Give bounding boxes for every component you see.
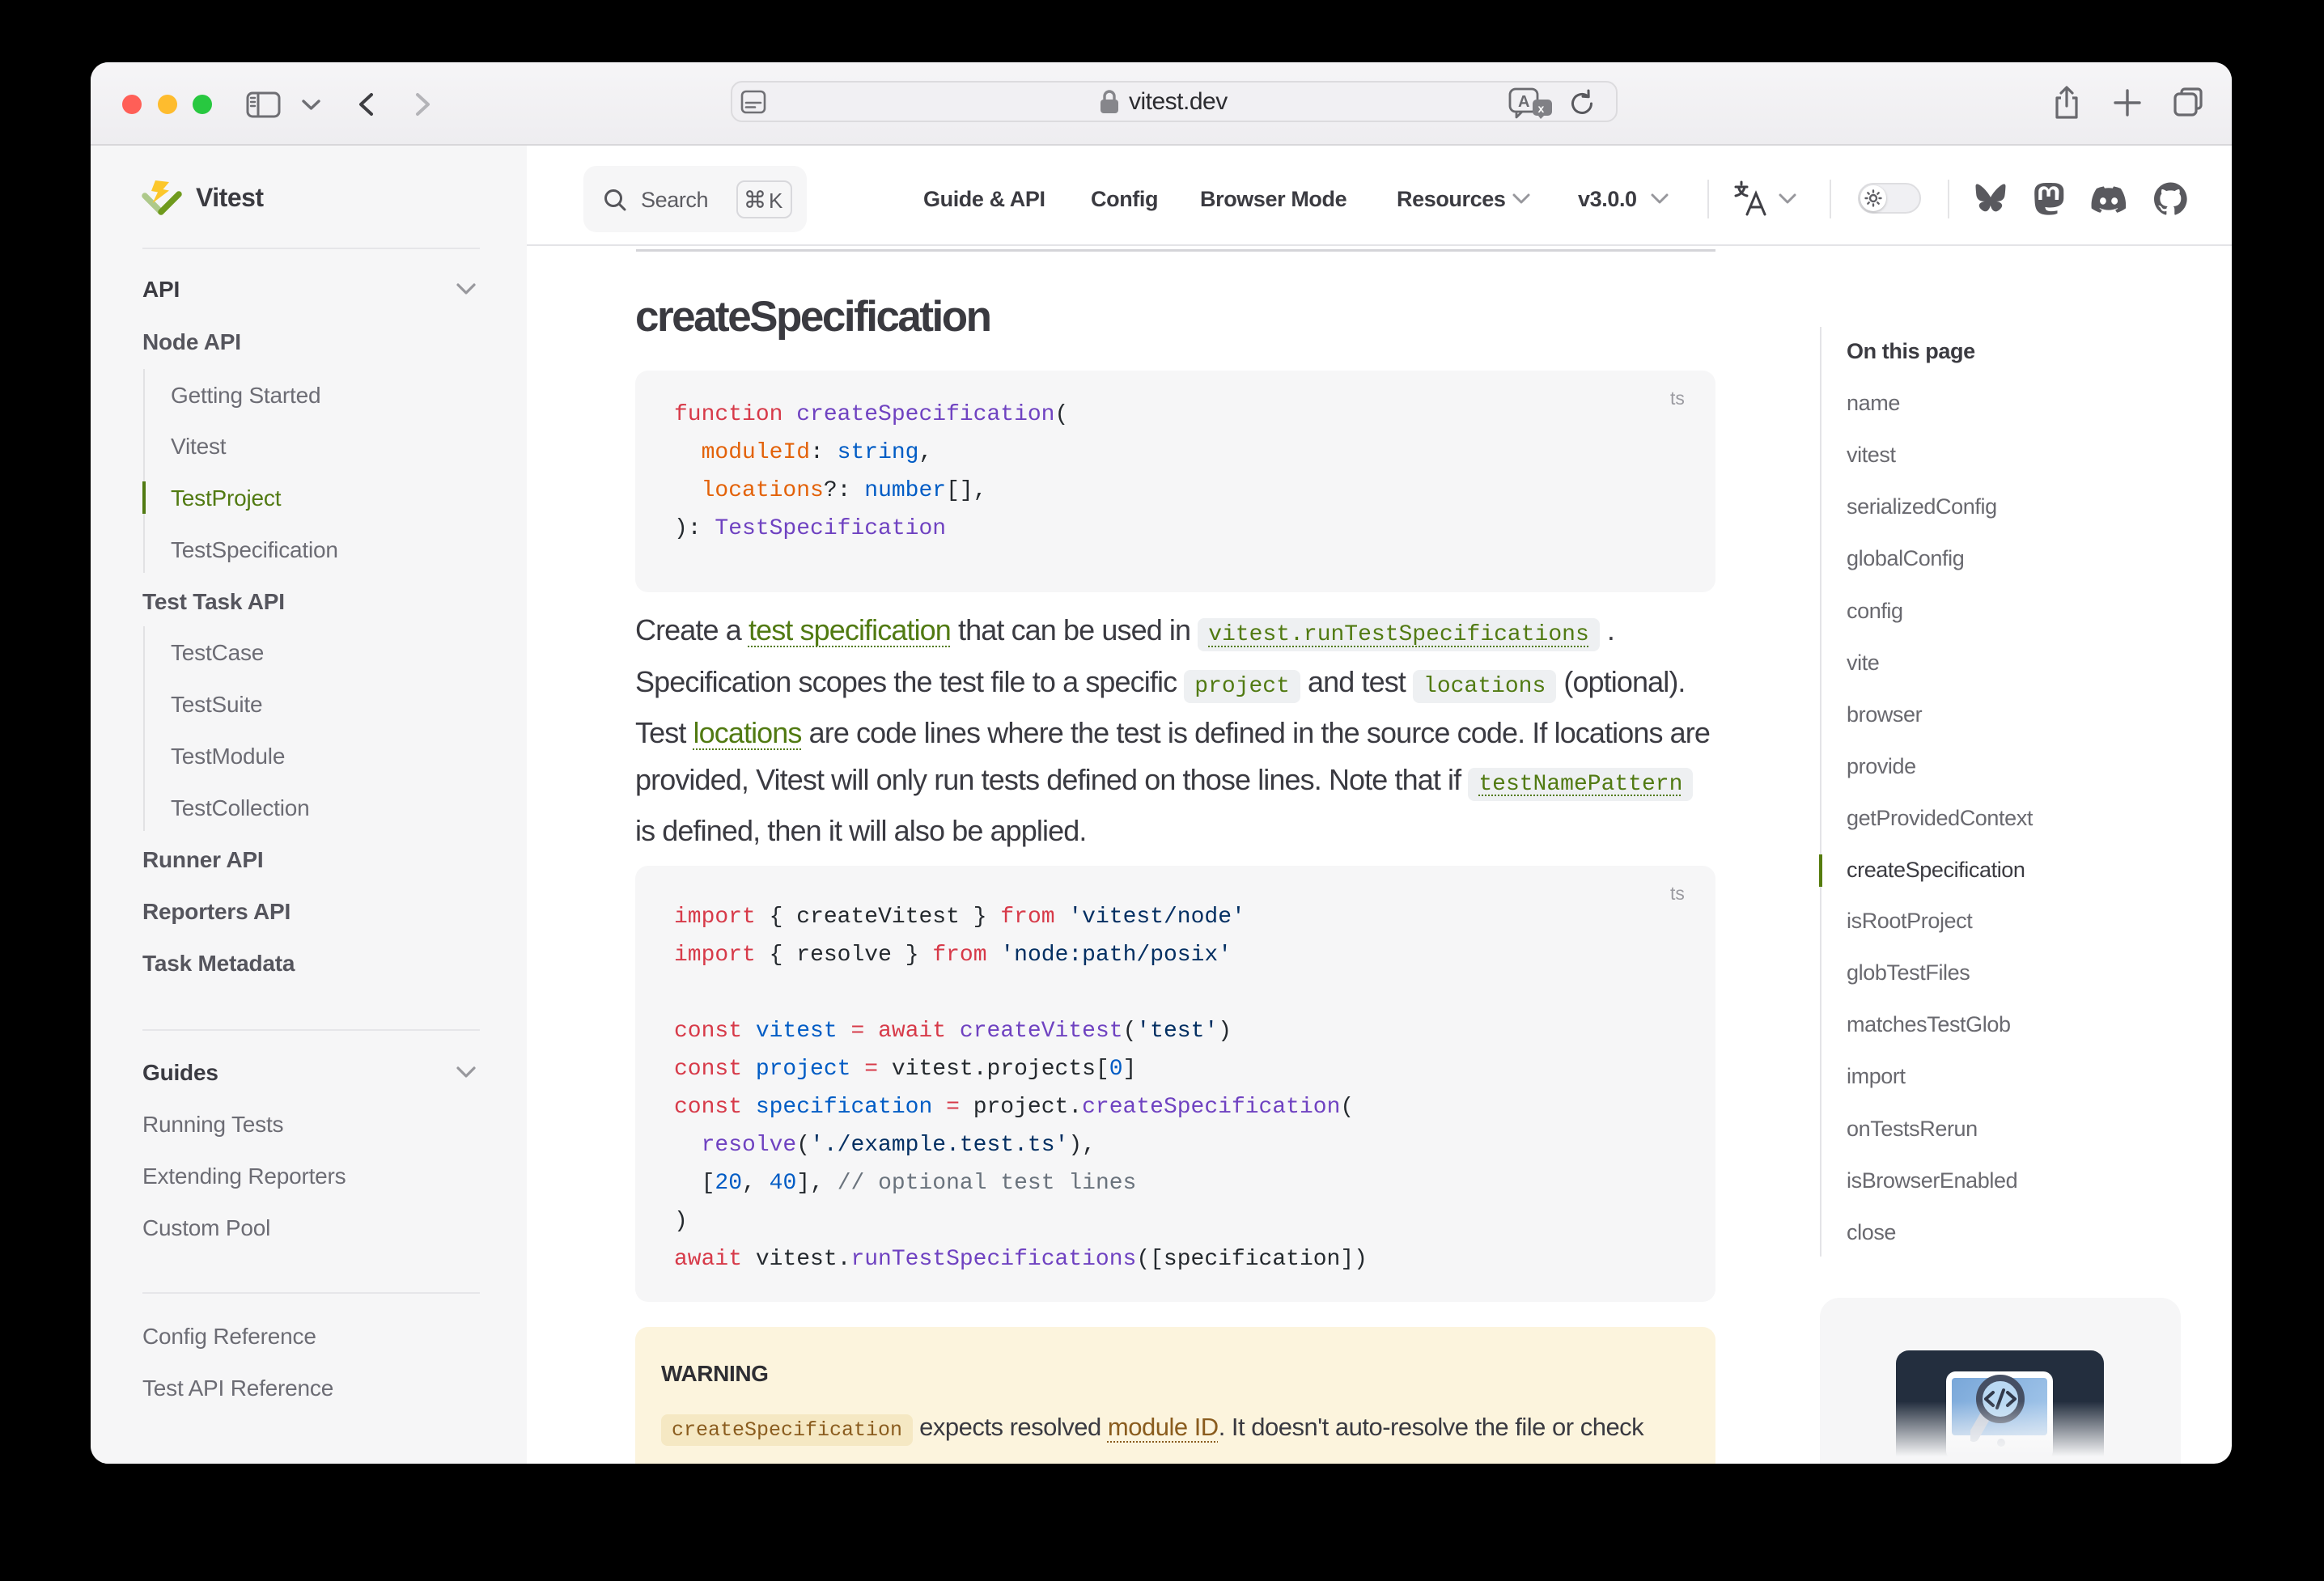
- svg-text:x: x: [1538, 102, 1545, 115]
- svg-text:A: A: [1518, 93, 1529, 111]
